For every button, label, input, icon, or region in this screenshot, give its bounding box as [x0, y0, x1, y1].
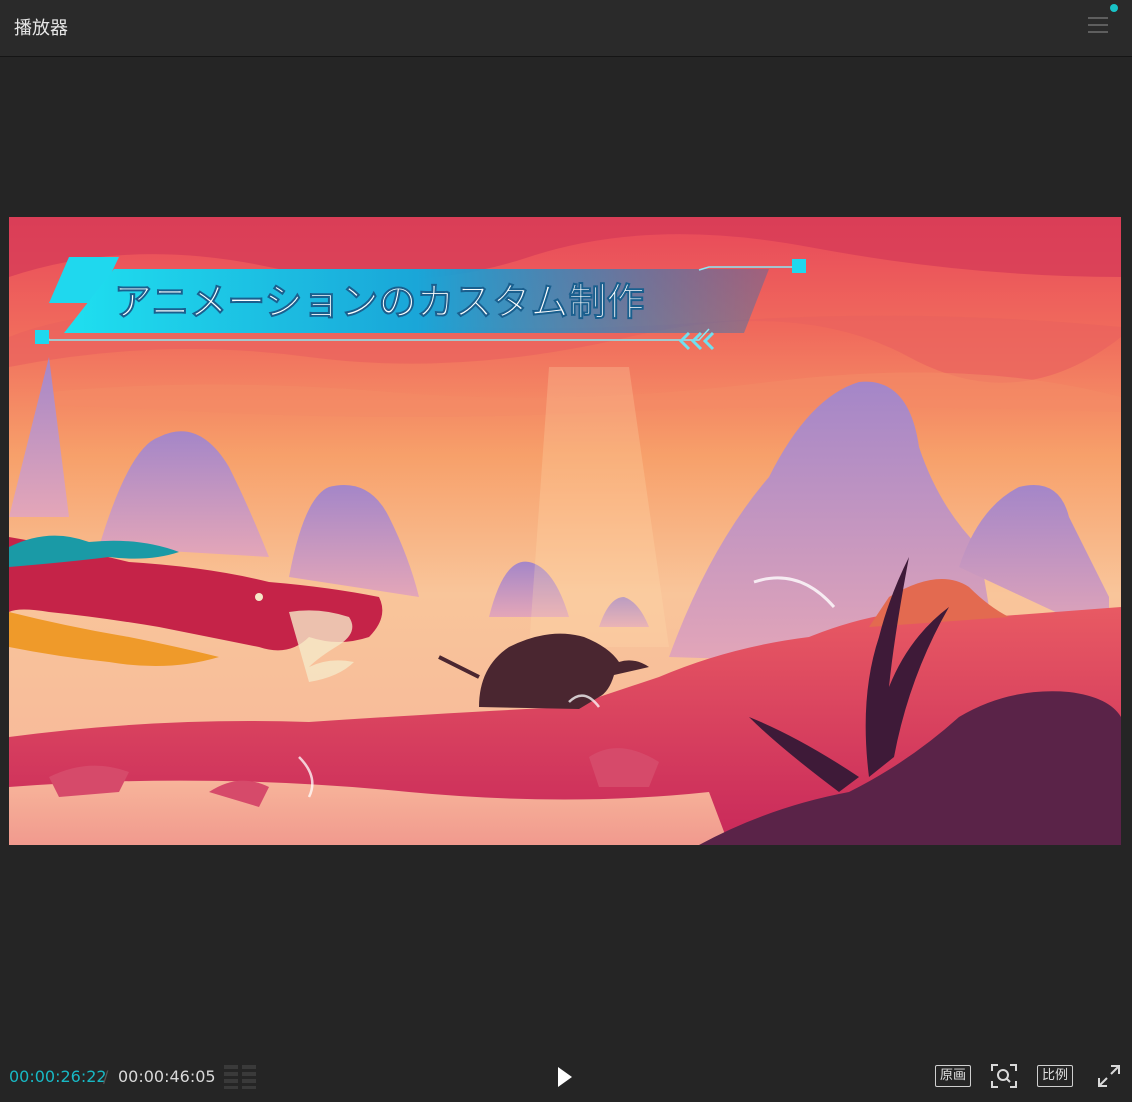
- banner-corner-square: [792, 259, 806, 273]
- title-bar: 播放器: [0, 0, 1132, 57]
- window-title: 播放器: [14, 18, 68, 39]
- hamburger-menu-icon[interactable]: [1088, 14, 1110, 36]
- banner-corner-square: [35, 330, 49, 344]
- video-frame: アニメーションのカスタム制作: [9, 217, 1121, 845]
- fullscreen-icon[interactable]: [1097, 1064, 1121, 1088]
- play-icon[interactable]: [551, 1064, 577, 1090]
- original-size-button[interactable]: 原画: [935, 1065, 971, 1087]
- notification-dot: [1110, 4, 1118, 12]
- video-preview[interactable]: アニメーションのカスタム制作: [9, 217, 1121, 845]
- aspect-ratio-button[interactable]: 比例: [1037, 1065, 1073, 1087]
- dragon-eye: [255, 593, 263, 601]
- time-separator: /: [103, 1067, 109, 1086]
- title-overlay: アニメーションのカスタム制作: [114, 280, 644, 324]
- current-time: 00:00:26:22: [9, 1067, 107, 1086]
- total-time: 00:00:46:05: [118, 1067, 216, 1086]
- control-bar: 00:00:26:22 / 00:00:46:05 原画 比例: [0, 1058, 1132, 1102]
- zoom-icon[interactable]: [990, 1063, 1018, 1089]
- waveform-icon[interactable]: [224, 1065, 258, 1089]
